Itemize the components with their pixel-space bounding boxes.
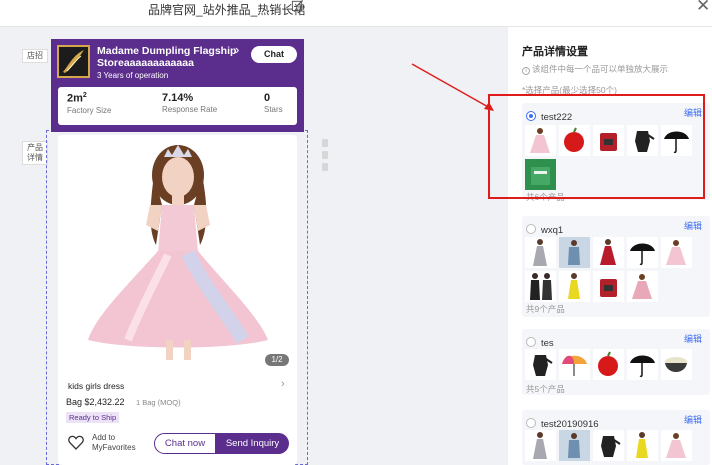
send-inquiry-button[interactable]: Send Inquiry bbox=[216, 433, 289, 454]
dress-pink-icon[interactable] bbox=[661, 237, 692, 268]
annotation-arrow-icon bbox=[411, 63, 494, 111]
chat-now-button[interactable]: Chat now bbox=[154, 433, 216, 454]
thumb-row bbox=[525, 349, 695, 380]
module-toolbar bbox=[320, 136, 330, 182]
move-down-icon[interactable] bbox=[322, 151, 328, 159]
umbrella-black-icon[interactable] bbox=[627, 237, 658, 268]
stat-factory-size: 2m2 Factory Size bbox=[67, 92, 111, 115]
dress-pink-icon[interactable] bbox=[661, 430, 692, 461]
apple-icon[interactable] bbox=[593, 349, 624, 380]
group-edit-link[interactable]: 编辑 bbox=[684, 332, 702, 345]
image-counter: 1/2 bbox=[265, 354, 289, 366]
group-edit-link[interactable]: 编辑 bbox=[684, 413, 702, 426]
rice-bowl-icon[interactable] bbox=[661, 349, 692, 380]
group-count: 共9个产品 bbox=[526, 304, 565, 314]
heart-icon[interactable] bbox=[68, 435, 84, 450]
product-detail-label[interactable]: 产品 详情 bbox=[22, 141, 48, 165]
chevron-right-icon[interactable]: › bbox=[235, 42, 239, 57]
annotation-highlight-box bbox=[488, 94, 705, 199]
stat-response-rate: 7.14% Response Rate bbox=[162, 92, 217, 114]
group-header: tes bbox=[526, 333, 554, 349]
add-to-favorites[interactable]: Add to MyFavorites bbox=[92, 433, 152, 453]
stat-value: 2m bbox=[67, 92, 83, 105]
product-price: Bag $2,432.22 bbox=[66, 397, 125, 407]
product-group-card[interactable]: wxq1 编辑 共9个产品 bbox=[522, 216, 710, 317]
product-name[interactable]: kids girls dress bbox=[68, 381, 124, 391]
product-detail-card[interactable]: 1/2 kids girls dress › Bag $2,432.22 1 B… bbox=[58, 135, 297, 465]
dress-yellow-icon[interactable] bbox=[559, 271, 590, 302]
group-count: 共5个产品 bbox=[526, 384, 565, 394]
moka-pot-icon[interactable] bbox=[593, 430, 624, 461]
product-group-card[interactable]: tes 编辑 共5个产品 bbox=[522, 329, 710, 395]
stat-value: 7.14% bbox=[162, 92, 194, 104]
chat-button[interactable]: Chat bbox=[251, 46, 297, 63]
dress-red-icon[interactable] bbox=[593, 237, 624, 268]
gown-gray-icon[interactable] bbox=[525, 430, 556, 461]
product-group-card[interactable]: test20190916 编辑 bbox=[522, 410, 710, 465]
group-name: test20190916 bbox=[541, 419, 599, 430]
gown-gray-icon[interactable] bbox=[525, 237, 556, 268]
top-bar: 品牌官网_站外推品_热销长裙 ✕ bbox=[0, 0, 712, 27]
group-radio[interactable] bbox=[526, 418, 536, 428]
product-detail-label-text: 产品 详情 bbox=[27, 143, 43, 162]
moka-pot-icon[interactable] bbox=[525, 349, 556, 380]
umbrella-black-icon[interactable] bbox=[627, 349, 658, 380]
close-icon[interactable]: ✕ bbox=[696, 0, 710, 16]
page-title: 品牌官网_站外推品_热销长裙 bbox=[148, 3, 306, 17]
product-moq: 1 Bag (MOQ) bbox=[136, 398, 181, 407]
dress-yellow-icon[interactable] bbox=[627, 430, 658, 461]
group-header: test20190916 bbox=[526, 414, 599, 430]
store-header[interactable]: Madame Dumpling Flagship Storeaaaaaaaaaa… bbox=[51, 39, 304, 132]
ready-to-ship-badge: Ready to Ship bbox=[66, 412, 120, 423]
settings-panel: 产品详情设置 i 该组件中每一个品可以单独放大展示 *选择产品(最少选择50个) … bbox=[508, 27, 712, 465]
shop-sign-label[interactable]: 店招 bbox=[22, 49, 48, 63]
coat-black-icon[interactable] bbox=[525, 271, 556, 302]
store-logo bbox=[57, 45, 90, 78]
group-radio[interactable] bbox=[526, 224, 536, 234]
stat-label: Stars bbox=[264, 105, 283, 114]
store-name: Madame Dumpling Flagship Storeaaaaaaaaaa… bbox=[97, 45, 237, 69]
chevron-right-icon[interactable]: › bbox=[281, 378, 285, 390]
stat-label: Factory Size bbox=[67, 105, 112, 115]
group-edit-link[interactable]: 编辑 bbox=[684, 219, 702, 232]
jacket-blue-icon[interactable] bbox=[559, 430, 590, 461]
delete-icon[interactable] bbox=[322, 163, 328, 171]
product-image[interactable]: 1/2 bbox=[58, 135, 297, 367]
thumb-row bbox=[525, 237, 695, 268]
umbrella-rainbow-icon[interactable] bbox=[559, 349, 590, 380]
stat-label: Response Rate bbox=[162, 105, 218, 114]
dress-pink-icon[interactable] bbox=[627, 271, 658, 302]
panel-title: 产品详情设置 bbox=[522, 46, 588, 58]
info-icon: i bbox=[522, 67, 530, 75]
stat-value: 0 bbox=[264, 92, 271, 104]
coffee-machine-icon[interactable] bbox=[593, 271, 624, 302]
stat-unit-sup: 2 bbox=[82, 92, 87, 99]
group-radio[interactable] bbox=[526, 337, 536, 347]
panel-hint: i 该组件中每一个品可以单独放大展示 bbox=[522, 63, 668, 75]
group-name: wxq1 bbox=[541, 225, 564, 236]
edit-title-icon[interactable] bbox=[291, 0, 304, 12]
group-name: tes bbox=[541, 338, 554, 349]
thumb-row bbox=[525, 430, 695, 461]
panel-hint-text: 该组件中每一个品可以单独放大展示 bbox=[532, 64, 669, 74]
move-up-icon[interactable] bbox=[322, 139, 328, 147]
stat-stars: 0 Stars bbox=[264, 92, 283, 114]
group-header: wxq1 bbox=[526, 220, 564, 236]
store-years: 3 Years of operation bbox=[97, 71, 169, 80]
store-stats: 2m2 Factory Size 7.14% Response Rate 0 S… bbox=[58, 87, 297, 125]
jacket-blue-icon[interactable] bbox=[559, 237, 590, 268]
thumb-row bbox=[525, 271, 661, 302]
